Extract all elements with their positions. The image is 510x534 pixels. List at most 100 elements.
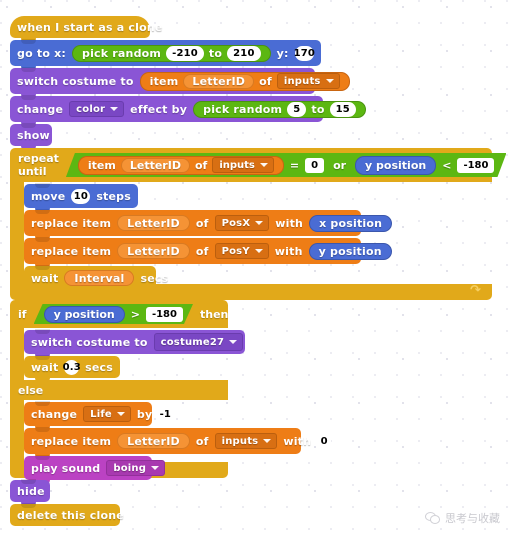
reporter-pick-random-effect[interactable]: pick random 5 to 15	[193, 100, 366, 118]
block-hide[interactable]: hide	[10, 479, 50, 506]
pick-random-from-input[interactable]: -210	[166, 45, 204, 61]
or-operator: or	[333, 158, 347, 172]
replace-label-b: of	[195, 244, 209, 258]
chevron-down-icon	[229, 340, 238, 344]
replace-label-b: of	[195, 216, 209, 230]
replace-label-c: with	[274, 244, 303, 258]
list-dropdown-posy[interactable]: PosY	[214, 243, 269, 259]
variable-letterid[interactable]: LetterID	[183, 73, 255, 89]
go-to-y-input[interactable]: 170	[294, 45, 315, 61]
repeat-until-label: repeat until	[18, 152, 59, 178]
if-header[interactable]: if y position > -180 then	[10, 300, 228, 328]
pick-random-to-input[interactable]: 15	[329, 101, 356, 117]
chevron-down-icon	[116, 412, 125, 416]
variable-interval[interactable]: Interval	[64, 270, 135, 286]
of-label: of	[259, 74, 272, 88]
block-wait-03-secs[interactable]: wait 0.3 secs	[24, 355, 120, 382]
condition-or[interactable]: item LetterID of inputs = 0 or y positio…	[66, 153, 507, 177]
wait-label-b: secs	[140, 271, 169, 285]
change-var-label-b: by	[136, 407, 153, 421]
chevron-down-icon	[263, 439, 272, 443]
block-replace-item-posy[interactable]: replace item LetterID of PosY with y pos…	[24, 237, 392, 268]
reporter-y-position-if[interactable]: y position	[44, 306, 125, 323]
if-then-spine	[10, 328, 24, 380]
block-switch-costume-27[interactable]: switch costume to costume27	[24, 329, 245, 358]
loop-arrow-icon: ↷	[470, 283, 481, 298]
reporter-x-position[interactable]: x position	[309, 214, 393, 232]
delete-clone-label: delete this clone	[17, 508, 124, 522]
block-change-life-by[interactable]: change Life by -1	[24, 401, 173, 430]
costume-dropdown[interactable]: costume27	[153, 333, 244, 351]
block-replace-item-inputs[interactable]: replace item LetterID of inputs with 0	[24, 427, 332, 458]
block-show[interactable]: show	[10, 123, 52, 150]
block-play-sound-boing[interactable]: play sound boing	[24, 455, 166, 484]
show-label: show	[17, 128, 50, 142]
list-dropdown-inputs[interactable]: inputs	[276, 73, 340, 89]
pick-random-to-label: to	[311, 102, 325, 116]
variable-dropdown-life[interactable]: Life	[83, 406, 131, 422]
if-else-spine	[10, 400, 24, 462]
hat-label: when I start as a clone	[17, 20, 163, 34]
effect-dropdown[interactable]: color	[69, 101, 125, 117]
block-move-steps[interactable]: move 10 steps	[24, 183, 138, 212]
reporter-pick-random-x[interactable]: pick random -210 to 210	[72, 44, 271, 62]
wechat-icon	[425, 512, 440, 524]
list-dropdown-posx[interactable]: PosX	[214, 215, 270, 231]
chevron-down-icon	[260, 163, 268, 167]
item-label: item	[87, 158, 116, 172]
block-delete-this-clone[interactable]: delete this clone	[10, 503, 124, 526]
pick-random-from-input[interactable]: 5	[287, 101, 307, 117]
block-replace-item-posx[interactable]: replace item LetterID of PosX with x pos…	[24, 209, 393, 240]
pick-random-to-label: to	[208, 46, 223, 60]
block-wait-interval[interactable]: wait Interval secs	[24, 265, 168, 294]
wait-label-a: wait	[31, 360, 59, 374]
reporter-y-position[interactable]: y position	[308, 242, 392, 260]
block-if-else[interactable]: if y position > -180 then else switch co…	[10, 300, 332, 484]
watermark-text: 思考与收藏	[445, 512, 500, 525]
pick-random-label: pick random	[82, 46, 162, 60]
variable-letterid[interactable]: LetterID	[121, 158, 190, 173]
list-dropdown-inputs[interactable]: inputs	[214, 433, 278, 449]
move-label-b: steps	[96, 189, 131, 203]
equals-value-input[interactable]: 0	[305, 158, 324, 173]
move-label-a: move	[31, 189, 66, 203]
block-repeat-until[interactable]: repeat until item LetterID of inputs = 0…	[10, 148, 492, 300]
replace-label-a: replace item	[31, 434, 112, 448]
else-header[interactable]: else	[10, 380, 228, 400]
reporter-y-position-cond[interactable]: y position	[355, 156, 436, 175]
block-go-to-xy[interactable]: go to x: pick random -210 to 210 y: 170	[10, 39, 321, 70]
sound-dropdown[interactable]: boing	[106, 460, 166, 476]
replace-label-c: with	[283, 434, 312, 448]
replace-value-input[interactable]: 0	[317, 433, 332, 449]
hide-label: hide	[17, 484, 45, 498]
wait-secs-input[interactable]: 0.3	[63, 359, 81, 375]
variable-letterid[interactable]: LetterID	[117, 433, 190, 449]
block-when-i-start-as-a-clone[interactable]: when I start as a clone	[10, 16, 162, 42]
variable-letterid[interactable]: LetterID	[117, 215, 190, 231]
reporter-item-of-list-cond[interactable]: item LetterID of inputs	[78, 156, 284, 175]
block-change-effect[interactable]: change color effect by pick random 5 to …	[10, 95, 366, 126]
repeat-until-header[interactable]: repeat until item LetterID of inputs = 0…	[10, 148, 492, 182]
else-label: else	[18, 383, 44, 397]
pick-random-to-input[interactable]: 210	[227, 45, 261, 61]
go-to-y-label: y:	[276, 46, 289, 60]
list-dropdown-value: inputs	[283, 75, 321, 87]
list-dropdown-inputs[interactable]: inputs	[212, 157, 274, 173]
move-steps-input[interactable]: 10	[71, 188, 91, 204]
change-effect-label-b: effect by	[130, 102, 188, 116]
replace-label-a: replace item	[31, 216, 112, 230]
list-dropdown-value: inputs	[219, 159, 255, 171]
list-dropdown-value: inputs	[221, 435, 259, 447]
variable-letterid[interactable]: LetterID	[117, 243, 190, 259]
reporter-item-of-list-top[interactable]: item LetterID of inputs	[139, 71, 350, 91]
chevron-down-icon	[110, 107, 119, 111]
less-than-value-input[interactable]: -180	[457, 158, 494, 173]
chevron-down-icon	[255, 221, 264, 225]
greater-than-value-input[interactable]: -180	[146, 307, 183, 322]
wait-label-b: secs	[85, 360, 113, 374]
chevron-down-icon	[254, 249, 263, 253]
condition-greater-than[interactable]: y position > -180	[34, 304, 193, 324]
change-var-value-input[interactable]: -1	[158, 406, 173, 422]
list-dropdown-value: PosX	[221, 217, 251, 229]
block-switch-costume-top[interactable]: switch costume to item LetterID of input…	[10, 67, 350, 98]
